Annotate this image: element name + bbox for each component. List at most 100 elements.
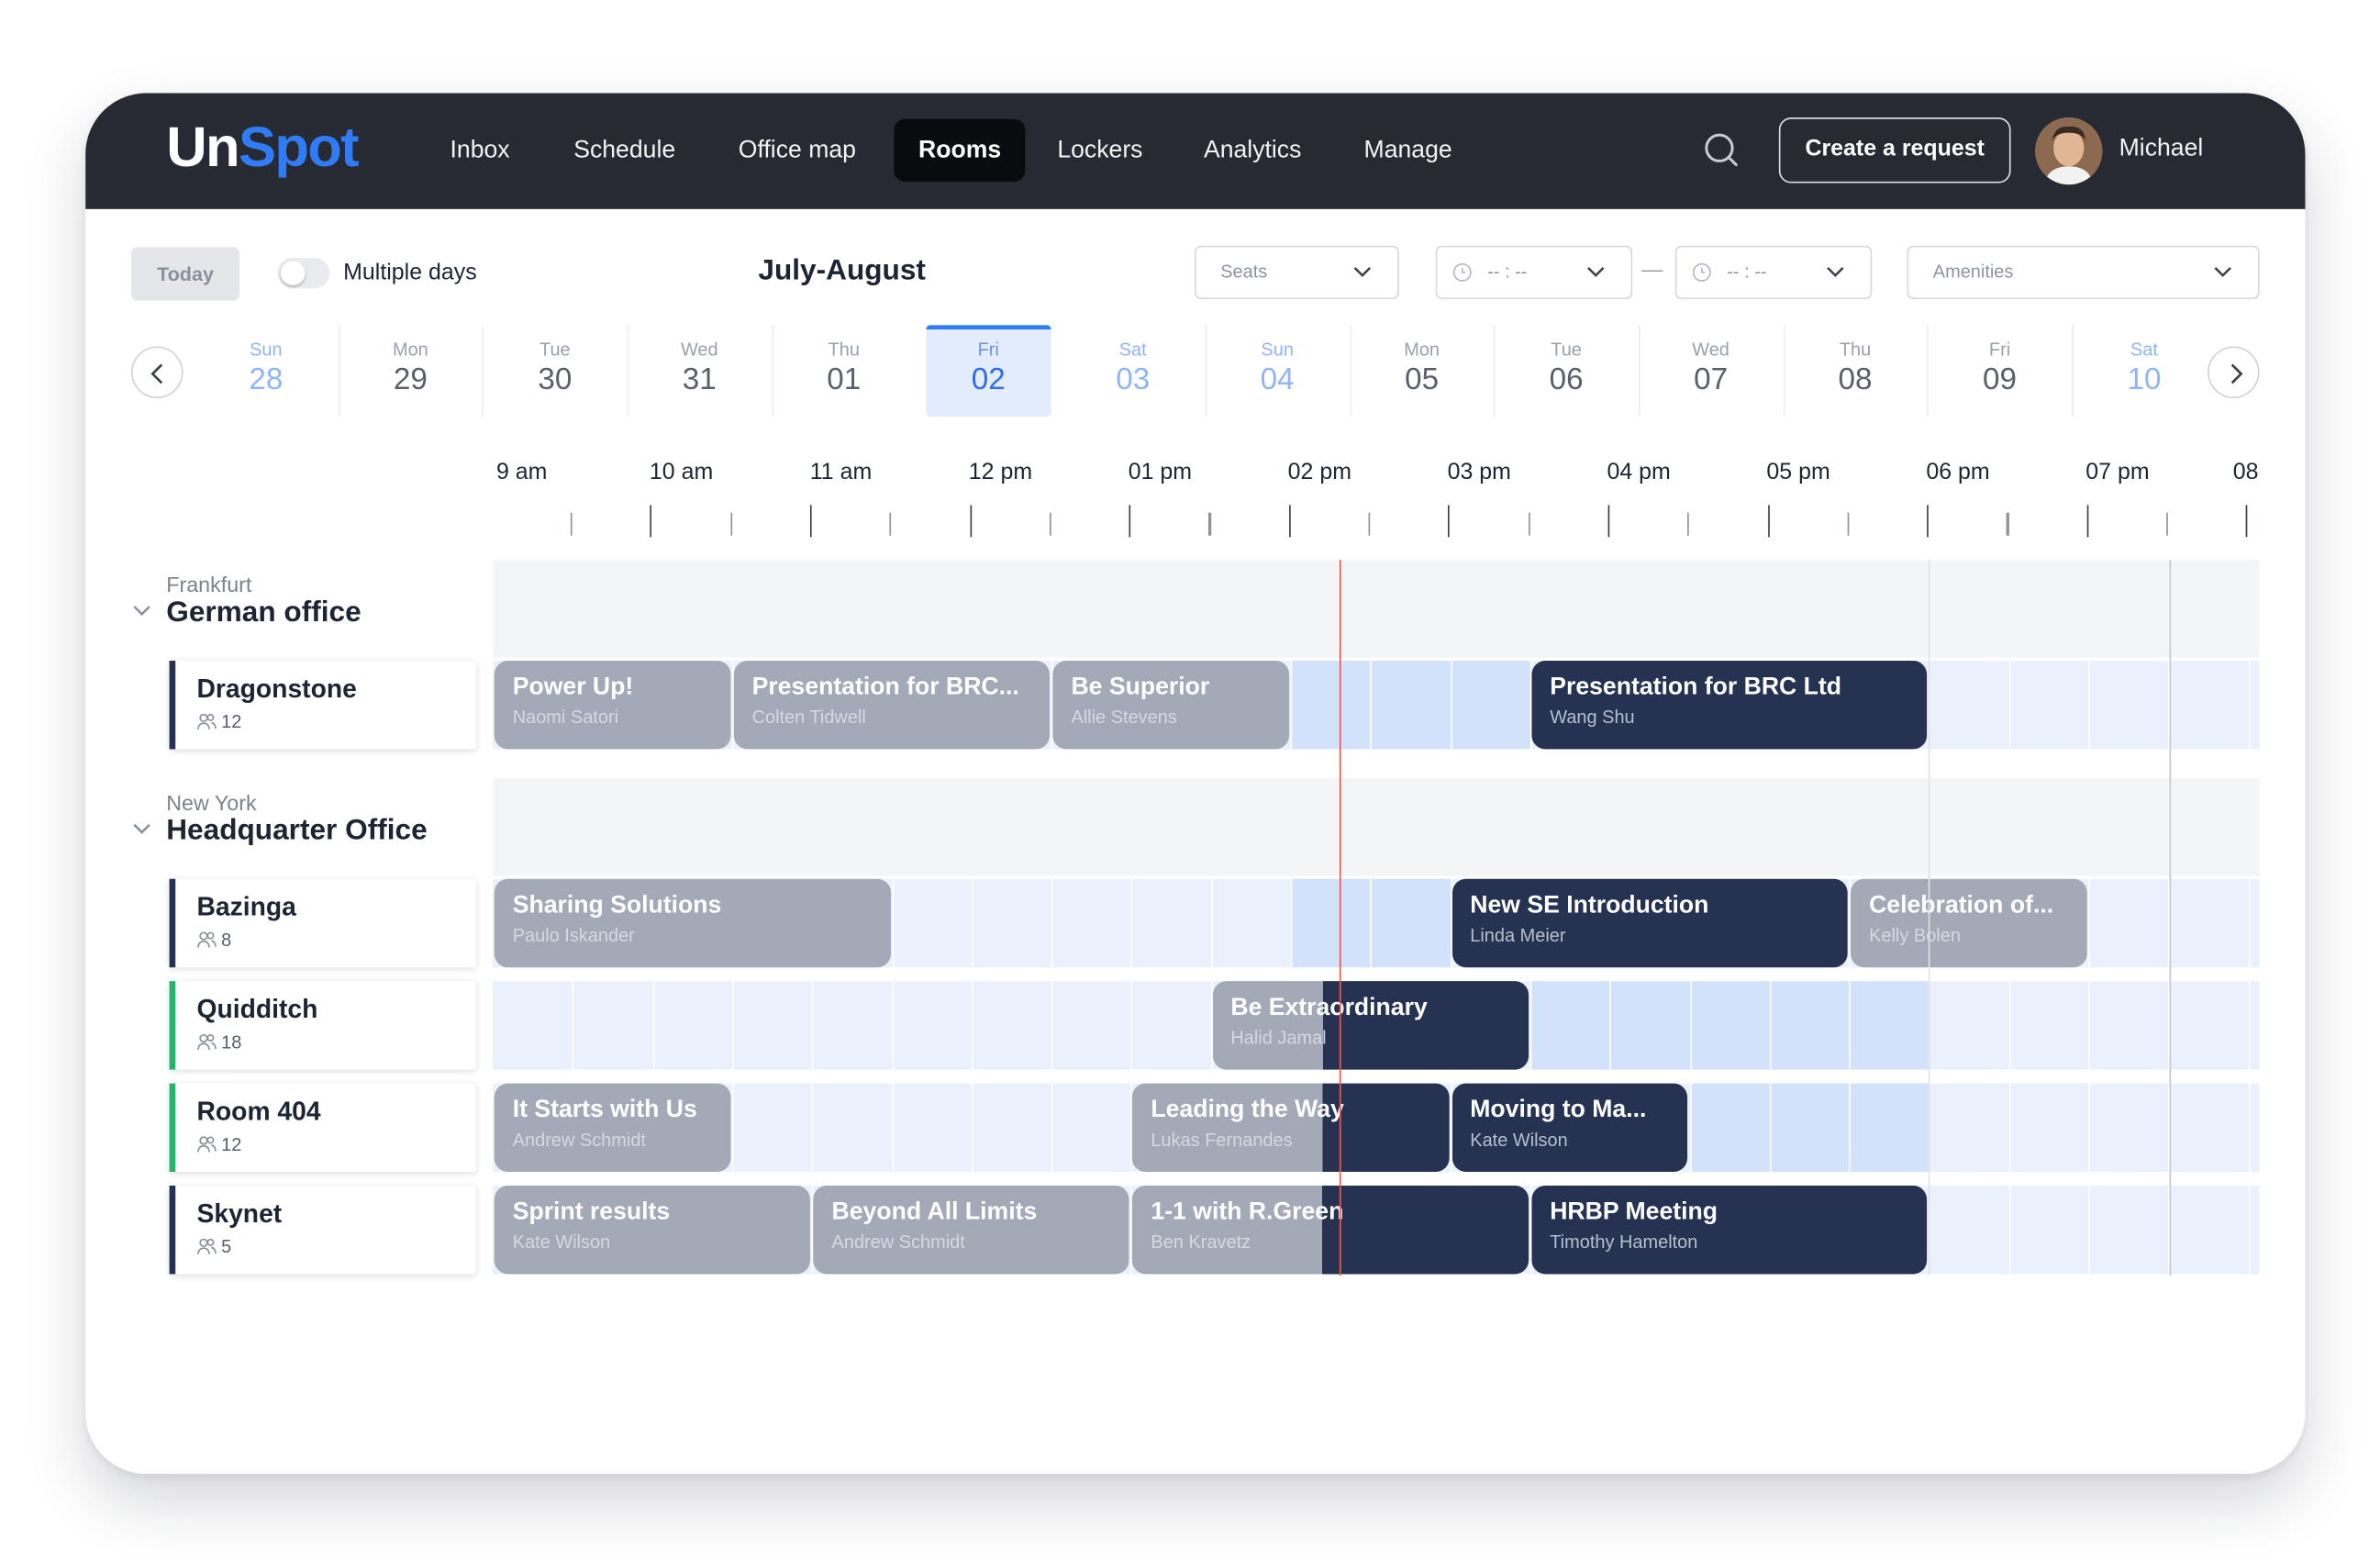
- time-to-placeholder: -- : --: [1727, 261, 1767, 283]
- next-days-button[interactable]: [2208, 346, 2260, 398]
- half-hour-gridline: [2088, 981, 2091, 1070]
- room-card-quidditch[interactable]: Quidditch 18: [169, 981, 476, 1070]
- room-capacity-value: 18: [221, 1031, 242, 1053]
- time-to-select[interactable]: -- : --: [1674, 245, 1873, 299]
- chevron-right-icon: [2230, 363, 2243, 384]
- half-hour-gridline: [1130, 878, 1133, 968]
- booking-event[interactable]: New SE Introduction Linda Meier: [1451, 878, 1848, 968]
- day-sat-03[interactable]: Sat 03: [1071, 325, 1196, 417]
- booking-event[interactable]: Sharing Solutions Paulo Iskander: [494, 878, 891, 968]
- nav-manage[interactable]: Manage: [1340, 119, 1476, 182]
- room-capacity-value: 12: [221, 710, 242, 733]
- room-card-room-404[interactable]: Room 404 12: [169, 1083, 476, 1173]
- hour-label: 06 pm: [1926, 459, 1990, 485]
- create-request-button[interactable]: Create a request: [1778, 117, 2011, 184]
- day-fri-02[interactable]: Fri 02: [926, 325, 1051, 417]
- day-name: Sat: [1118, 339, 1147, 361]
- hour-label: 08: [2232, 459, 2259, 485]
- half-hour-gridline: [891, 981, 894, 1070]
- available-slot-highlight[interactable]: [1290, 660, 1530, 750]
- day-mon-29[interactable]: Mon 29: [348, 325, 473, 417]
- half-hour-gridline: [1370, 660, 1373, 750]
- event-owner: Timothy Hamelton: [1550, 1231, 1698, 1254]
- booking-event[interactable]: Moving to Ma... Kate Wilson: [1451, 1083, 1688, 1173]
- booking-event[interactable]: 1-1 with R.Green Ben Kravetz: [1132, 1185, 1529, 1275]
- day-wed-07[interactable]: Wed 07: [1648, 325, 1773, 417]
- chevron-down-icon[interactable]: [131, 818, 152, 839]
- user-avatar[interactable]: [2035, 117, 2103, 185]
- day-fri-09[interactable]: Fri 09: [1937, 325, 2062, 417]
- day-sun-04[interactable]: Sun 04: [1215, 325, 1340, 417]
- booking-event[interactable]: Power Up! Naomi Satori: [494, 660, 731, 750]
- hour-label: 03 pm: [1447, 459, 1511, 485]
- time-from-select[interactable]: -- : --: [1435, 245, 1633, 299]
- day-tue-06[interactable]: Tue 06: [1504, 325, 1629, 417]
- booking-event[interactable]: Be Extraordinary Halid Jamal: [1212, 981, 1529, 1070]
- day-number: 31: [682, 362, 717, 397]
- minor-tick: [1528, 512, 1530, 536]
- available-slot-highlight[interactable]: [1689, 1083, 1930, 1173]
- multiple-days-toggle[interactable]: [277, 258, 330, 289]
- seats-select[interactable]: Seats: [1194, 245, 1399, 299]
- amenities-select[interactable]: Amenities: [1907, 245, 2260, 299]
- user-name[interactable]: Michael: [2119, 131, 2204, 168]
- booking-event[interactable]: HRBP Meeting Timothy Hamelton: [1531, 1185, 1928, 1275]
- day-number: 28: [249, 362, 284, 397]
- top-navigation-bar: UnSpot Inbox Schedule Office map Rooms L…: [85, 93, 2306, 209]
- clock-icon: [1692, 262, 1711, 282]
- nav-schedule[interactable]: Schedule: [550, 119, 700, 182]
- day-wed-31[interactable]: Wed 31: [637, 325, 762, 417]
- event-owner: Allie Stevens: [1071, 706, 1177, 729]
- room-card-bazinga[interactable]: Bazinga 8: [169, 878, 476, 968]
- booking-event[interactable]: Sprint results Kate Wilson: [494, 1185, 811, 1275]
- day-separator: [1638, 325, 1640, 417]
- event-owner: Kate Wilson: [512, 1231, 611, 1254]
- room-status-bar: [169, 1083, 176, 1173]
- unspot-logo[interactable]: UnSpot: [166, 115, 359, 182]
- available-slot-highlight[interactable]: [1529, 981, 1930, 1070]
- event-title: Presentation for BRC...: [751, 674, 1019, 701]
- booking-event[interactable]: Celebration of... Kelly Bolen: [1851, 878, 2087, 968]
- room-status-bar: [169, 878, 176, 968]
- event-title: Be Superior: [1071, 674, 1210, 701]
- room-card-dragonstone[interactable]: Dragonstone 12: [169, 660, 476, 750]
- nav-analytics[interactable]: Analytics: [1179, 119, 1326, 182]
- event-title: Celebration of...: [1869, 892, 2054, 919]
- event-title: Moving to Ma...: [1470, 1097, 1647, 1123]
- half-hour-gridline: [2248, 878, 2250, 968]
- event-owner: Colten Tidwell: [751, 706, 866, 729]
- nav-office-map[interactable]: Office map: [714, 119, 880, 182]
- half-hour-gridline: [2008, 1185, 2011, 1275]
- day-sat-10[interactable]: Sat 10: [2082, 325, 2207, 417]
- nav-rooms[interactable]: Rooms: [894, 118, 1026, 182]
- day-thu-01[interactable]: Thu 01: [782, 325, 906, 417]
- day-tue-30[interactable]: Tue 30: [493, 325, 617, 417]
- booking-event[interactable]: Presentation for BRC Ltd Wang Shu: [1531, 660, 1928, 750]
- day-separator: [1205, 325, 1207, 417]
- half-hour-gridline: [1130, 981, 1133, 1070]
- group-city: Frankfurt: [166, 572, 252, 597]
- day-mon-05[interactable]: Mon 05: [1359, 325, 1484, 417]
- minor-tick: [1049, 512, 1051, 536]
- day-thu-08[interactable]: Thu 08: [1793, 325, 1918, 417]
- booking-event[interactable]: It Starts with Us Andrew Schmidt: [494, 1083, 731, 1173]
- room-card-skynet[interactable]: Skynet 5: [169, 1185, 476, 1275]
- nav-inbox[interactable]: Inbox: [426, 119, 534, 182]
- search-icon[interactable]: [1701, 129, 1744, 173]
- chevron-down-icon[interactable]: [131, 599, 152, 620]
- toggle-knob: [280, 261, 306, 285]
- day-sun-28[interactable]: Sun 28: [204, 325, 328, 417]
- previous-days-button[interactable]: [131, 346, 184, 398]
- major-tick: [2086, 505, 2089, 538]
- booking-event[interactable]: Beyond All Limits Andrew Schmidt: [813, 1185, 1130, 1275]
- today-button[interactable]: Today: [131, 247, 240, 301]
- booking-event[interactable]: Presentation for BRC... Colten Tidwell: [733, 660, 1051, 750]
- time-divider: [2169, 560, 2172, 1276]
- nav-lockers[interactable]: Lockers: [1033, 119, 1167, 182]
- booking-event[interactable]: Be Superior Allie Stevens: [1052, 660, 1290, 750]
- event-title: It Starts with Us: [512, 1097, 697, 1123]
- booking-event[interactable]: Leading the Way Lukas Fernandes: [1132, 1083, 1449, 1173]
- clock-icon: [1452, 262, 1472, 282]
- group-header-band: [493, 778, 2260, 876]
- day-name: Wed: [1692, 339, 1729, 361]
